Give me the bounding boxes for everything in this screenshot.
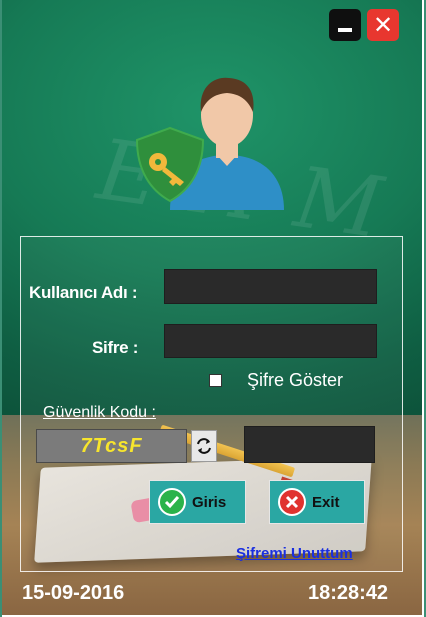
close-button[interactable]: ✕	[367, 9, 399, 41]
captcha-display: 7TcsF	[36, 429, 187, 463]
refresh-icon	[197, 438, 211, 454]
minimize-icon	[338, 28, 352, 32]
exit-button-label: Exit	[312, 493, 340, 511]
security-code-label: Güvenlik Kodu :	[43, 404, 156, 421]
user-avatar-icon	[135, 77, 284, 210]
username-input[interactable]	[164, 269, 377, 304]
date-display: 15-09-2016	[22, 582, 125, 604]
time-display: 18:28:42	[308, 582, 389, 604]
password-input[interactable]	[164, 324, 377, 358]
login-button[interactable]: Giris	[149, 480, 246, 524]
forgot-password-link[interactable]: Şifremi Unuttum	[236, 545, 353, 562]
show-password-label: Şifre Göster	[247, 370, 344, 390]
show-password-checkbox[interactable]	[209, 374, 222, 387]
cancel-icon	[278, 488, 306, 516]
username-label: Kullanıcı Adı :	[29, 283, 138, 302]
captcha-text: 7TcsF	[80, 434, 143, 457]
close-icon: ✕	[372, 11, 394, 39]
minimize-button[interactable]	[329, 9, 361, 41]
refresh-captcha-button[interactable]	[191, 430, 217, 462]
password-label: Sifre :	[92, 338, 139, 357]
check-icon	[158, 488, 186, 516]
captcha-input[interactable]	[244, 426, 375, 463]
login-button-label: Giris	[192, 493, 227, 511]
exit-button[interactable]: Exit	[269, 480, 365, 524]
